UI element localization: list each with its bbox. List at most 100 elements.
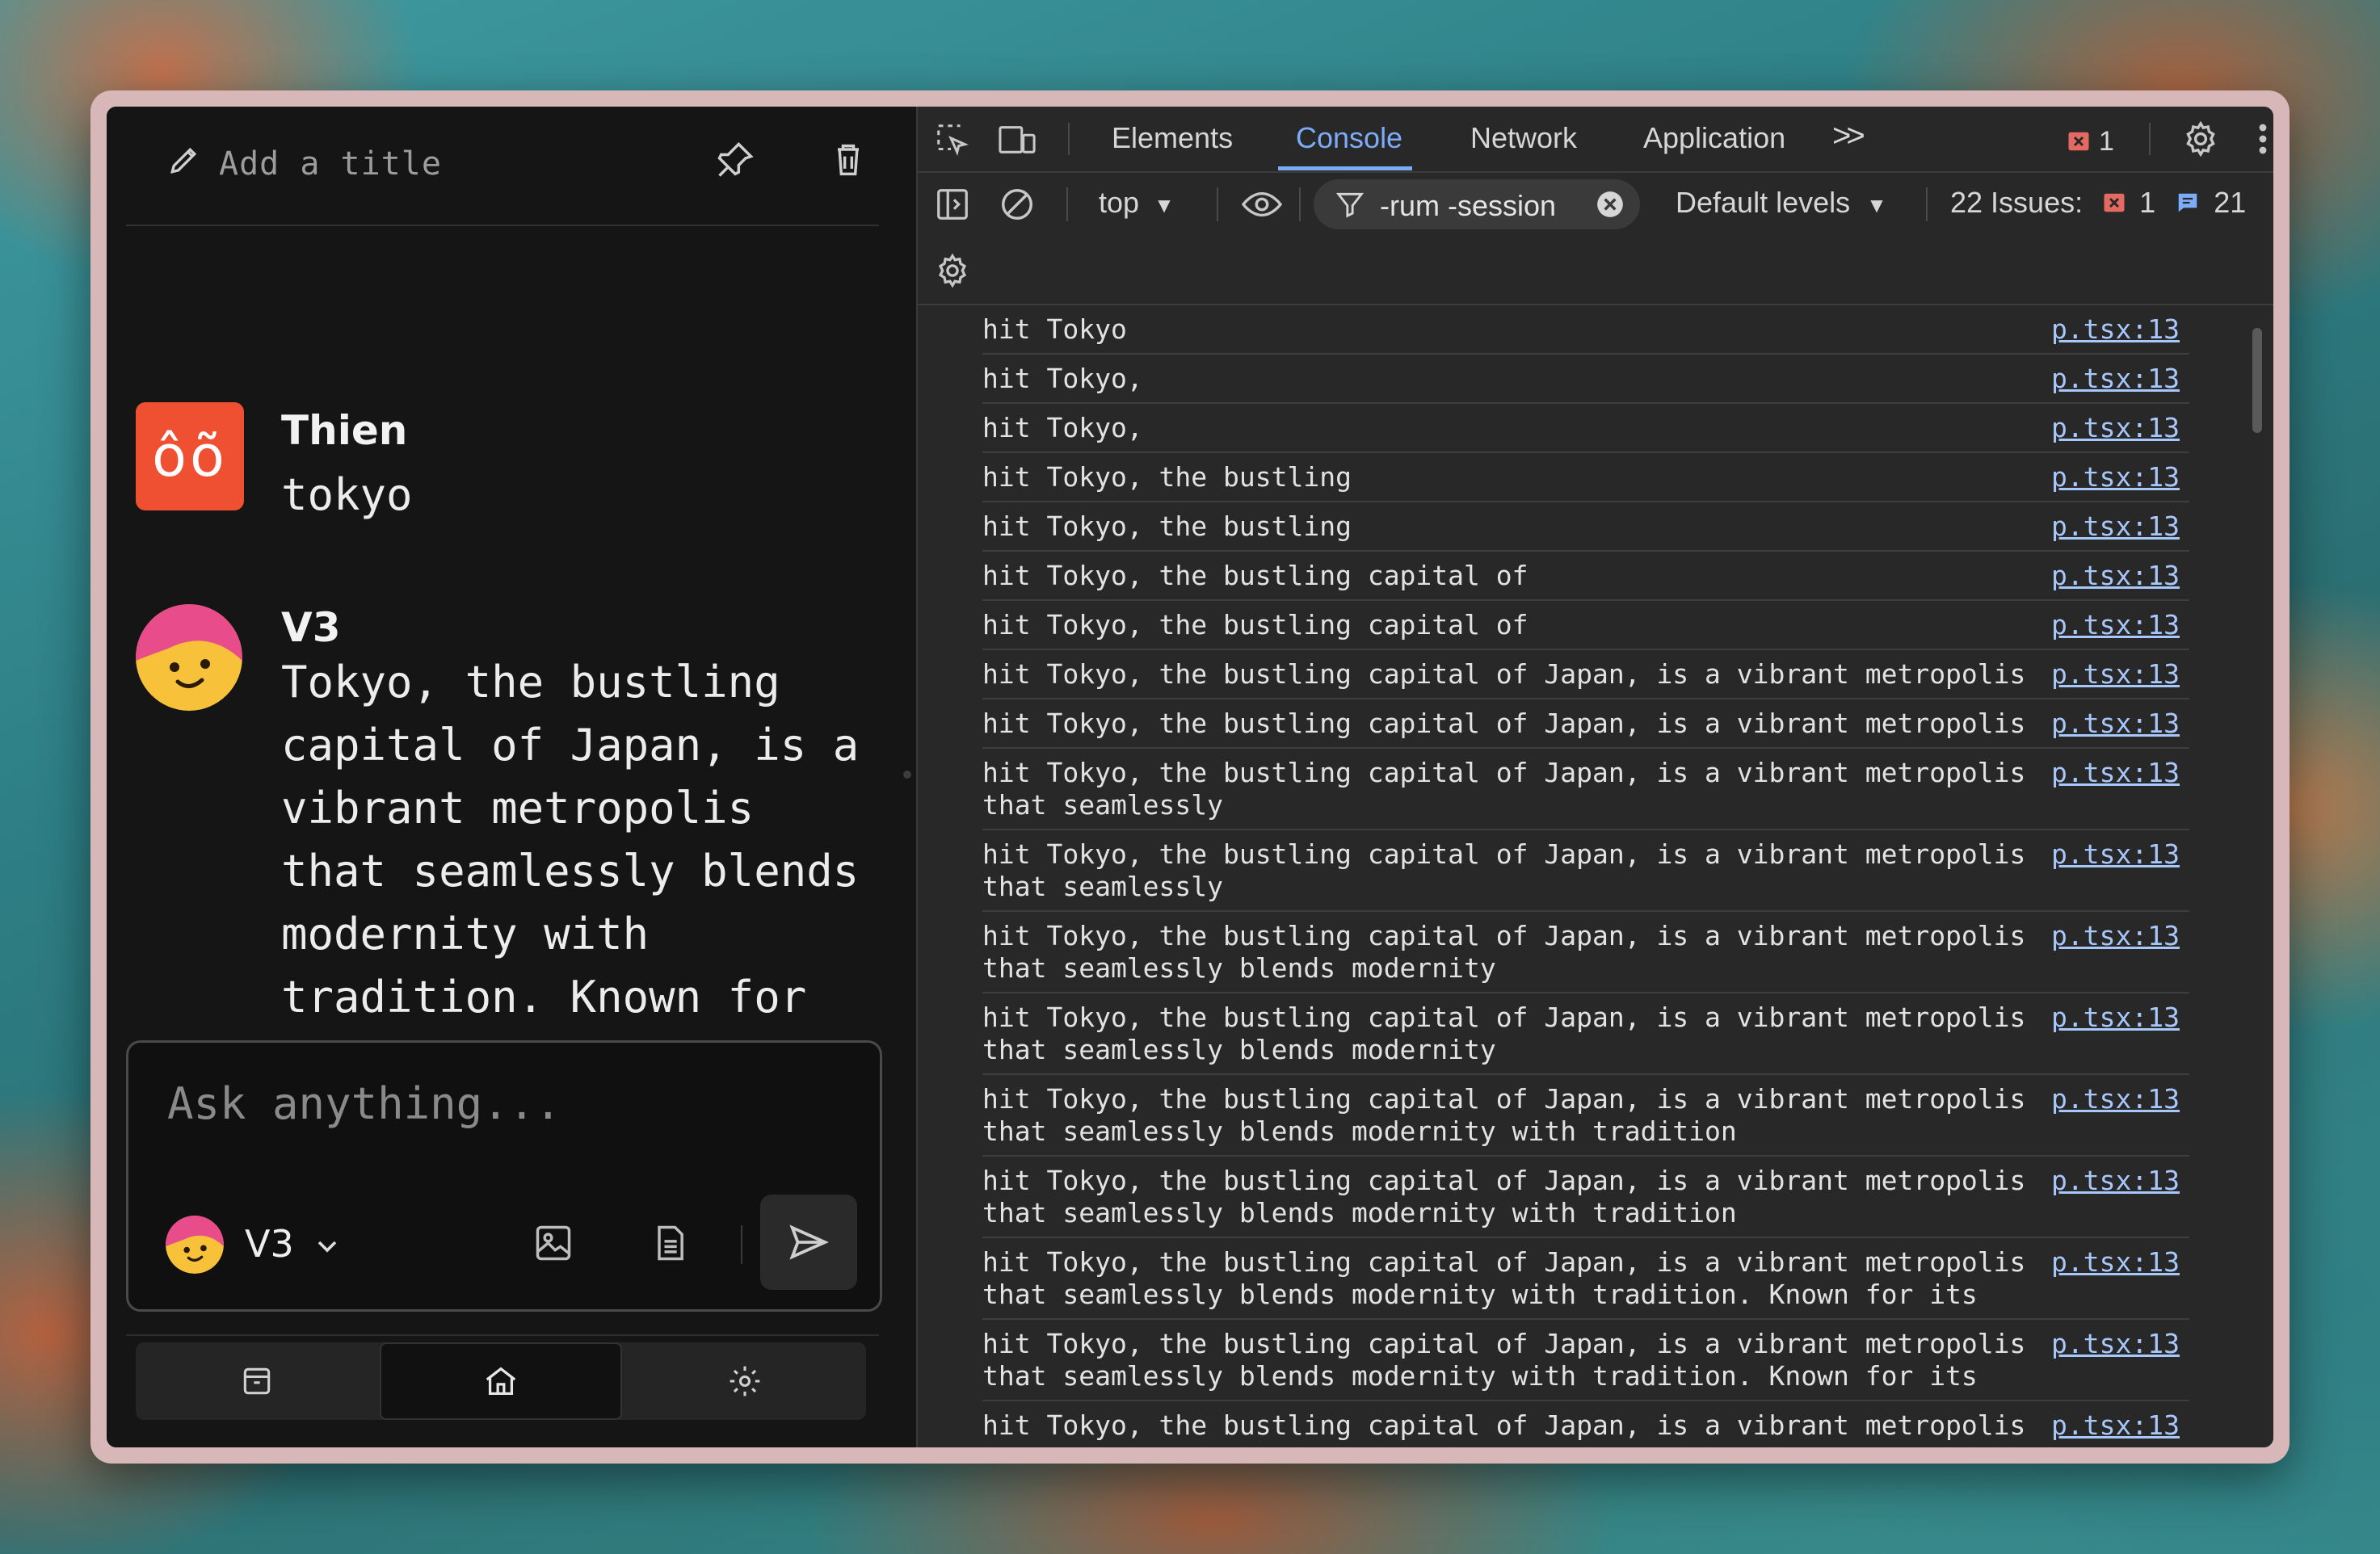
message-text: tokyo [281, 469, 413, 520]
tab-divider [1068, 123, 1070, 155]
tab-elements[interactable]: Elements [1112, 121, 1233, 155]
log-message: hit Tokyo, the bustling [982, 510, 1352, 542]
log-message: hit Tokyo, the bustling capital of Japan… [982, 1409, 2026, 1441]
tab-application[interactable]: Application [1643, 121, 1785, 155]
log-source-link[interactable]: p.tsx:13 [2051, 1165, 2180, 1197]
ask-input[interactable]: Ask anything... [167, 1078, 561, 1129]
log-message: hit Tokyo, the bustling capital of Japan… [982, 1083, 2042, 1147]
nav-divider [126, 1334, 879, 1336]
log-row: hit Tokyo, the bustling capital of Japan… [982, 1075, 2189, 1157]
log-source-link[interactable]: p.tsx:13 [2051, 363, 2180, 395]
log-message: hit Tokyo, the bustling capital of Japan… [982, 1165, 2042, 1228]
nav-home[interactable] [380, 1342, 622, 1420]
pencil-icon[interactable] [166, 142, 202, 178]
log-row: hit Tokyo, the bustling p.tsx:13 [982, 502, 2189, 552]
log-message: hit Tokyo, the bustling capital of Japan… [982, 757, 2042, 821]
log-source-link[interactable]: p.tsx:13 [2051, 708, 2180, 740]
log-message: hit Tokyo, the bustling capital of Japan… [982, 708, 2026, 739]
log-row: hit Tokyo, the bustling capital of p.tsx:… [982, 552, 2189, 601]
log-row: hit Tokyo, the bustling p.tsx:13 [982, 453, 2189, 502]
filter-input[interactable]: -rum -session [1314, 179, 1640, 229]
trash-icon[interactable] [827, 139, 869, 181]
message-icon [2178, 193, 2197, 212]
console-scrollbar[interactable] [2251, 305, 2264, 1447]
log-source-link[interactable]: p.tsx:13 [2051, 510, 2180, 543]
log-source-link[interactable]: p.tsx:13 [2051, 920, 2180, 952]
context-select[interactable]: top ▼ [1099, 186, 1175, 220]
send-button[interactable] [760, 1195, 857, 1290]
log-source-link[interactable]: p.tsx:13 [2051, 609, 2180, 641]
eye-icon[interactable] [1239, 186, 1285, 223]
tab-console[interactable]: Console [1296, 121, 1402, 155]
log-levels-select[interactable]: Default levels ▼ [1676, 186, 1887, 220]
log-source-link[interactable]: p.tsx:13 [2051, 1002, 2180, 1034]
log-message: hit Tokyo, the bustling capital of [982, 609, 1528, 640]
log-message: hit Tokyo, the bustling [982, 461, 1352, 493]
image-upload-icon[interactable] [532, 1222, 574, 1264]
bottom-nav [136, 1342, 866, 1420]
log-source-link[interactable]: p.tsx:13 [2051, 658, 2180, 691]
issues-counter[interactable]: 22 Issues: 1 21 [1950, 186, 2246, 220]
issues-info-count: 21 [2214, 186, 2247, 219]
log-row: hit Tokyo, the bustling capital of Japan… [982, 749, 2189, 830]
log-source-link[interactable]: p.tsx:13 [2051, 1083, 2180, 1115]
message-user: ôõ Thien tokyo [136, 402, 879, 523]
device-toolbar-icon[interactable] [997, 121, 1037, 158]
log-message: hit Tokyo, the bustling capital of Japan… [982, 1246, 2042, 1310]
log-source-link[interactable]: p.tsx:13 [2051, 838, 2180, 871]
console-settings-gear-icon[interactable] [934, 252, 971, 289]
scrollbar-thumb[interactable] [2252, 328, 2262, 433]
clear-console-icon[interactable] [999, 186, 1036, 223]
log-source-link[interactable]: p.tsx:13 [2051, 313, 2180, 346]
log-message: hit Tokyo, [982, 363, 1143, 394]
log-row: hit Tokyo, the bustling capital of p.tsx:… [982, 601, 2189, 650]
kebab-menu-icon[interactable] [2251, 120, 2273, 158]
tab-network[interactable]: Network [1470, 121, 1577, 155]
title-input[interactable]: Add a title [219, 145, 442, 183]
log-message: hit Tokyo, the bustling capital of Japan… [982, 658, 2026, 690]
more-tabs-button[interactable]: >> [1832, 118, 1865, 154]
log-source-link[interactable]: p.tsx:13 [2051, 757, 2180, 789]
filter-text: -rum -session [1380, 189, 1557, 222]
resize-grip[interactable] [903, 771, 911, 779]
error-count: 1 [2099, 126, 2114, 157]
model-selector[interactable]: V3 [166, 1212, 360, 1274]
chevron-down-icon [317, 1241, 337, 1253]
toolbar-divider [1217, 187, 1218, 221]
log-row: hit Tokyo, the bustling capital of Japan… [982, 699, 2189, 749]
document-icon[interactable] [649, 1222, 691, 1264]
log-source-link[interactable]: p.tsx:13 [2051, 1328, 2180, 1360]
log-source-link[interactable]: p.tsx:13 [2051, 412, 2180, 444]
tab-divider [2149, 123, 2151, 155]
sidebar-toggle-icon[interactable] [934, 186, 971, 223]
toolbar-divider [1926, 187, 1928, 221]
log-row: hit Tokyo, p.tsx:13 [982, 355, 2189, 404]
pin-icon[interactable] [714, 139, 756, 181]
smiley-face-icon [136, 604, 242, 711]
log-source-link[interactable]: p.tsx:13 [2051, 461, 2180, 494]
toolbar-divider [1066, 187, 1068, 221]
log-row: hit Tokyo, the bustling capital of Japan… [982, 650, 2189, 699]
chat-input-box: Ask anything... V3 [126, 1040, 882, 1312]
archive-icon [243, 1367, 271, 1395]
nav-settings[interactable] [624, 1342, 866, 1420]
error-icon [2068, 132, 2089, 151]
dropdown-arrow-icon: ▼ [1154, 193, 1175, 217]
log-row: hit Tokyo p.tsx:13 [982, 305, 2189, 355]
home-icon [486, 1367, 516, 1395]
active-tab-indicator [1278, 166, 1412, 170]
log-source-link[interactable]: p.tsx:13 [2051, 560, 2180, 592]
toolbar-divider [1299, 187, 1301, 221]
issues-error-count: 1 [2139, 186, 2156, 219]
log-message: hit Tokyo, the bustling capital of Japan… [982, 1002, 2042, 1065]
log-message: hit Tokyo, the bustling capital of Japan… [982, 1328, 2042, 1392]
nav-archive[interactable] [136, 1342, 378, 1420]
log-source-link[interactable]: p.tsx:13 [2051, 1246, 2180, 1279]
log-levels-value: Default levels [1676, 186, 1851, 219]
message-author: Thien [281, 407, 408, 454]
log-source-link[interactable]: p.tsx:13 [2051, 1409, 2180, 1442]
log-message: hit Tokyo, the bustling capital of Japan… [982, 838, 2042, 902]
inspect-element-icon[interactable] [934, 121, 971, 158]
clear-filter-icon[interactable] [1595, 189, 1625, 220]
settings-gear-icon[interactable] [2181, 120, 2220, 158]
